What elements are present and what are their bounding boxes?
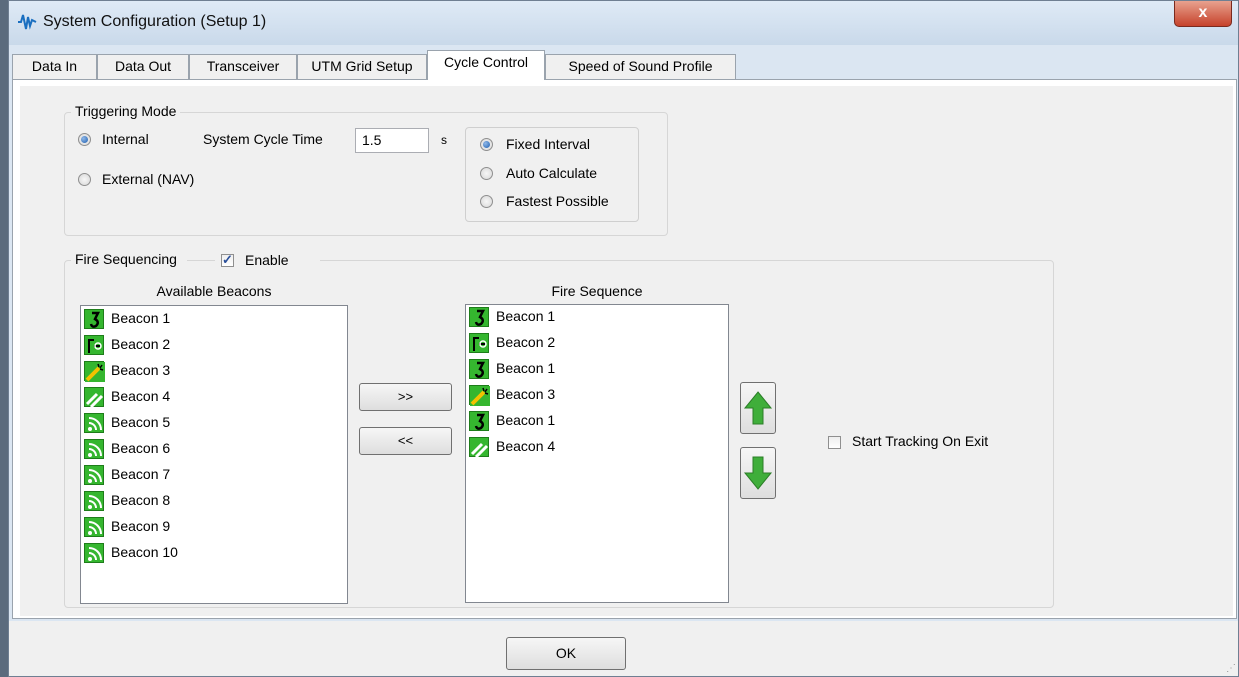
fixed-interval-radio[interactable]: [480, 138, 493, 151]
list-item[interactable]: Beacon 7: [84, 463, 324, 488]
list-item[interactable]: Beacon 4: [84, 385, 324, 410]
move-up-button[interactable]: [740, 382, 776, 434]
enable-toggle[interactable]: Enable: [215, 251, 320, 271]
ok-button[interactable]: OK: [506, 637, 626, 670]
panel-content: Triggering Mode Internal System Cycle Ti…: [20, 86, 1233, 616]
list-item[interactable]: Beacon 3: [84, 359, 324, 384]
list-item[interactable]: Beacon 2: [84, 333, 324, 358]
list-item[interactable]: Beacon 2: [469, 331, 709, 356]
move-down-button[interactable]: [740, 447, 776, 499]
fire-sequence-header: Fire Sequence: [551, 283, 643, 299]
interval-options-box: Fixed Interval Auto Calculate Fastest Po…: [465, 127, 639, 222]
available-beacons-header: Available Beacons: [156, 283, 272, 299]
beacon-name: Beacon 6: [111, 440, 171, 456]
fire-sequencing-group: Fire Sequencing Enable Available Beacons…: [64, 251, 1054, 608]
beacon-name: Beacon 2: [496, 334, 556, 350]
stripe-icon: [84, 387, 104, 409]
list-item[interactable]: Beacon 8: [84, 489, 324, 514]
beacon-name: Beacon 1: [496, 412, 556, 428]
title-bar[interactable]: System Configuration (Setup 1) x: [9, 1, 1238, 45]
waveform-icon: [18, 14, 37, 30]
hook-icon: [469, 411, 489, 431]
cycle-time-unit: s: [441, 133, 447, 147]
resize-grip-icon[interactable]: ⋰: [1226, 663, 1236, 674]
arrow-down-icon: [743, 456, 773, 490]
auto-calculate-label: Auto Calculate: [506, 165, 598, 181]
wand-icon: [84, 361, 105, 382]
list-item[interactable]: Beacon 1: [84, 307, 324, 332]
tab-data-in[interactable]: Data In: [12, 54, 97, 79]
hook-icon: [84, 309, 104, 329]
tab-speed-of-sound-profile[interactable]: Speed of Sound Profile: [545, 54, 736, 79]
tab-transceiver[interactable]: Transceiver: [189, 54, 297, 79]
signal-icon: [84, 491, 104, 511]
beacon-name: Beacon 3: [496, 386, 556, 402]
cycle-time-input[interactable]: 1.5: [355, 128, 429, 153]
list-item[interactable]: Beacon 3: [469, 383, 709, 408]
enable-checkbox[interactable]: [221, 252, 234, 268]
signal-icon: [84, 413, 104, 433]
start-tracking-checkbox[interactable]: [828, 436, 841, 449]
dialog-footer: OK ⋰: [9, 621, 1238, 676]
list-item[interactable]: Beacon 9: [84, 515, 324, 540]
beacon-name: Beacon 9: [111, 518, 171, 534]
tab-utm-grid-setup[interactable]: UTM Grid Setup: [297, 54, 427, 79]
beacon-name: Beacon 10: [111, 544, 178, 560]
list-item[interactable]: Beacon 10: [84, 541, 324, 566]
connector-icon: [84, 335, 104, 355]
window-title: System Configuration (Setup 1): [43, 13, 267, 30]
close-button[interactable]: x: [1174, 1, 1232, 27]
beacon-name: Beacon 4: [496, 438, 556, 454]
list-item[interactable]: Beacon 1: [469, 409, 709, 434]
beacon-name: Beacon 4: [111, 388, 171, 404]
add-to-sequence-button[interactable]: >>: [359, 383, 452, 411]
internal-radio[interactable]: [78, 133, 91, 146]
beacon-name: Beacon 8: [111, 492, 171, 508]
remove-from-sequence-button[interactable]: <<: [359, 427, 452, 455]
connector-icon: [469, 333, 489, 353]
signal-icon: [84, 465, 104, 485]
start-tracking-label: Start Tracking On Exit: [852, 433, 989, 449]
internal-label: Internal: [102, 131, 149, 147]
tab-data-out[interactable]: Data Out: [97, 54, 189, 79]
signal-icon: [84, 439, 104, 459]
hook-icon: [469, 307, 489, 327]
signal-icon: [84, 517, 104, 537]
list-item[interactable]: Beacon 6: [84, 437, 324, 462]
fastest-possible-radio[interactable]: [480, 195, 493, 208]
stripe-icon: [469, 437, 489, 459]
fire-sequencing-label: Fire Sequencing: [75, 251, 177, 267]
beacon-name: Beacon 7: [111, 466, 171, 482]
cycle-time-label: System Cycle Time: [203, 131, 323, 147]
fire-sequence-list[interactable]: Beacon 1 Beacon 2 Beacon 1 Beacon 3 Beacon 1…: [465, 304, 729, 603]
enable-label: Enable: [245, 252, 289, 268]
beacon-name: Beacon 3: [111, 362, 171, 378]
list-item[interactable]: Beacon 4: [469, 435, 709, 460]
beacon-name: Beacon 1: [111, 310, 171, 326]
list-item[interactable]: Beacon 1: [469, 305, 709, 330]
external-nav-label: External (NAV): [102, 171, 195, 187]
available-beacons-list[interactable]: Beacon 1 Beacon 2 Beacon 3 Beacon 4 Beacon 5…: [80, 305, 348, 604]
close-icon: x: [1198, 4, 1208, 21]
beacon-name: Beacon 1: [496, 308, 556, 324]
triggering-mode-legend: Triggering Mode: [71, 103, 181, 119]
list-item[interactable]: Beacon 5: [84, 411, 324, 436]
signal-icon: [84, 543, 104, 563]
system-configuration-window: System Configuration (Setup 1) x Data In…: [8, 0, 1239, 677]
fastest-possible-label: Fastest Possible: [506, 193, 609, 209]
arrow-up-icon: [743, 391, 773, 425]
beacon-name: Beacon 5: [111, 414, 171, 430]
auto-calculate-radio[interactable]: [480, 167, 493, 180]
beacon-name: Beacon 2: [111, 336, 171, 352]
list-item[interactable]: Beacon 1: [469, 357, 709, 382]
wand-icon: [469, 385, 490, 406]
fixed-interval-label: Fixed Interval: [506, 136, 591, 152]
external-nav-radio[interactable]: [78, 173, 91, 186]
cycle-control-panel: Triggering Mode Internal System Cycle Ti…: [12, 79, 1237, 619]
tab-cycle-control[interactable]: Cycle Control: [427, 50, 545, 80]
hook-icon: [469, 359, 489, 379]
beacon-name: Beacon 1: [496, 360, 556, 376]
fire-sequencing-legend: Fire Sequencing: [71, 251, 187, 267]
triggering-mode-group: Triggering Mode Internal System Cycle Ti…: [64, 103, 668, 236]
